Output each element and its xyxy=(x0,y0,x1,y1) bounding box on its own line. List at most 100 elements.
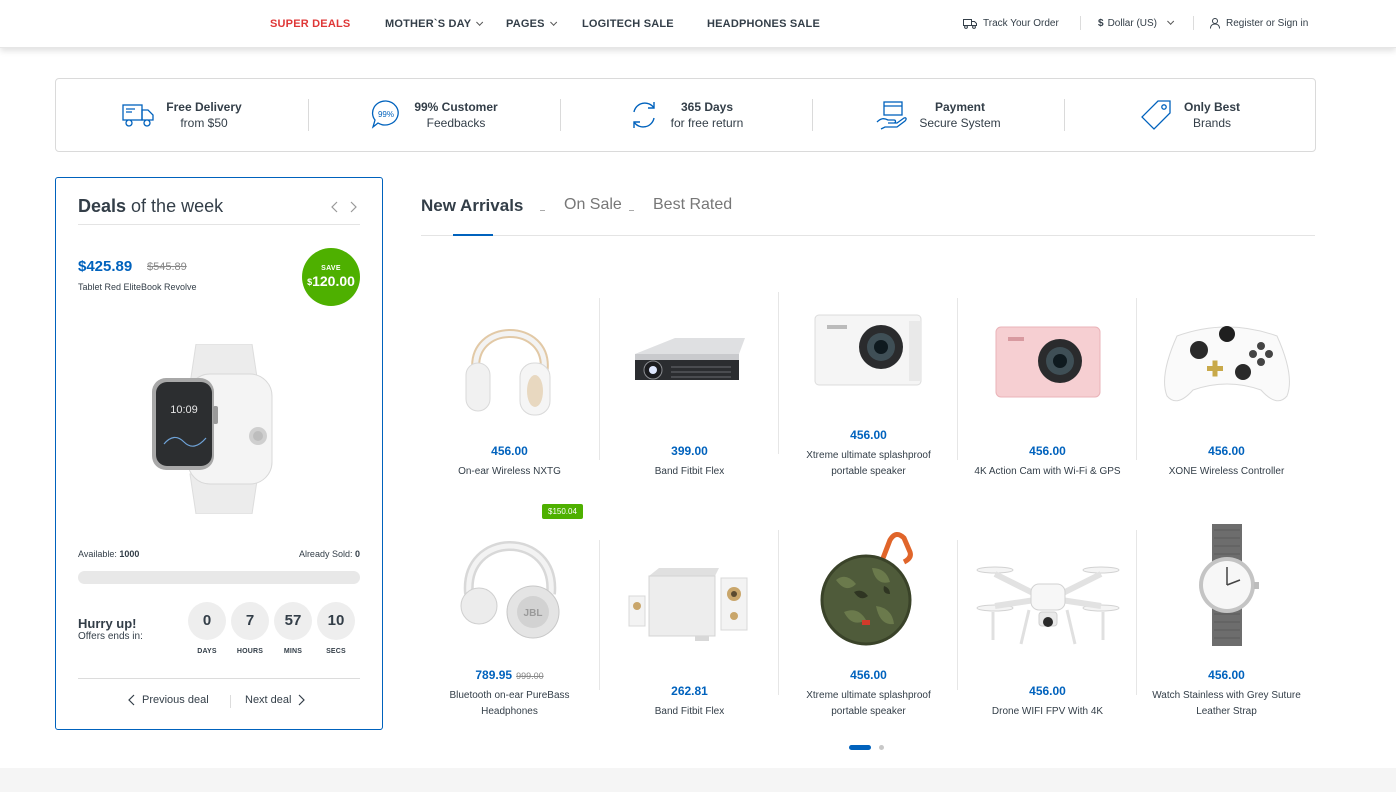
product-name[interactable]: Band Fitbit Flex xyxy=(610,464,769,480)
secure-payment-icon xyxy=(876,101,908,130)
feature-title: 99% Customer xyxy=(414,100,498,114)
carousel-dot-active[interactable] xyxy=(849,745,871,750)
countdown-unit: SECS xyxy=(326,648,346,655)
user-icon xyxy=(1210,18,1220,29)
product-name[interactable]: Xtreme ultimate splashproof portable spe… xyxy=(789,448,948,480)
save-label: SAVE xyxy=(321,265,341,272)
countdown-value: 10 xyxy=(317,602,355,640)
deals-arrows xyxy=(330,200,358,214)
product-image[interactable] xyxy=(600,286,779,436)
available-count: Available: 1000 xyxy=(78,549,139,559)
hurry-up-label: Hurry up! xyxy=(78,616,137,631)
chevron-right-icon[interactable] xyxy=(348,200,358,214)
feature-title: 365 Days xyxy=(680,100,734,114)
features-bar: Free Delivery from $50 99% 99% Customer Fe… xyxy=(55,78,1316,152)
track-order-label: Track Your Order xyxy=(983,18,1059,29)
top-navigation: SUPER DEALS MOTHER`S DAY PAGES LOGITECH … xyxy=(0,0,1396,48)
feature-title: Free Delivery xyxy=(166,100,242,114)
feature-title: Only Best xyxy=(1183,100,1240,114)
countdown-value: 0 xyxy=(188,602,226,640)
product-name[interactable]: On-ear Wireless NXTG xyxy=(430,464,589,480)
nav-logitech-sale[interactable]: LOGITECH SALE xyxy=(582,18,674,30)
feature-subtitle: from $50 xyxy=(180,116,228,130)
product-image[interactable]: JBL xyxy=(420,510,599,660)
deal-product-name[interactable]: Tablet Red EliteBook Revolve xyxy=(78,282,197,292)
product-name[interactable]: 4K Action Cam with Wi-Fi & GPS xyxy=(968,464,1127,480)
product-name[interactable]: XONE Wireless Controller xyxy=(1147,464,1306,480)
feature-free-delivery: Free Delivery from $50 xyxy=(56,79,308,151)
countdown-unit: HOURS xyxy=(236,648,264,655)
product-name[interactable]: Drone WIFI FPV With 4K xyxy=(968,704,1127,720)
nav-divider xyxy=(1193,16,1194,30)
product-name[interactable]: Band Fitbit Flex xyxy=(610,704,769,720)
tab-best-rated[interactable]: Best Rated xyxy=(653,196,732,214)
delivery-truck-icon xyxy=(122,104,154,127)
countdown-unit: MINS xyxy=(283,648,303,655)
feature-subtitle: Brands xyxy=(1192,116,1231,130)
deals-title: Deals of the week xyxy=(78,196,223,217)
currency-selector[interactable]: $ Dollar (US) xyxy=(1098,17,1175,29)
feedback-icon-text: 99% xyxy=(378,110,394,119)
previous-deal-label: Previous deal xyxy=(142,694,209,706)
truck-icon xyxy=(963,18,977,29)
headphones-image xyxy=(465,329,550,416)
nav-pages[interactable]: PAGES xyxy=(506,18,557,30)
deals-title-rest: of the week xyxy=(126,196,224,216)
next-deal-button[interactable]: Next deal xyxy=(245,694,311,706)
product-image[interactable] xyxy=(779,270,958,420)
feedback-bubble-icon: 99% xyxy=(372,100,400,129)
product-price: 399.00 xyxy=(671,444,708,458)
product-name[interactable]: Bluetooth on-ear PureBass Headphones xyxy=(430,688,589,720)
deal-price: $425.89 xyxy=(78,258,133,275)
sold-progress-bar xyxy=(78,571,360,584)
nav-headphones-sale[interactable]: HEADPHONES SALE xyxy=(707,18,820,30)
sold-label: Already Sold: xyxy=(298,549,353,559)
product-name[interactable]: Xtreme ultimate splashproof portable spe… xyxy=(789,688,948,720)
smartwatch-product-image[interactable]: 10:09 xyxy=(146,344,296,514)
tab-on-sale[interactable]: On Sale xyxy=(564,196,622,214)
feature-customer-feedback: 99% 99% Customer Feedbacks xyxy=(308,79,560,151)
sold-value: 0 xyxy=(354,549,360,559)
feature-free-return: 365 Days for free return xyxy=(560,79,812,151)
countdown-mins: 57 MINS xyxy=(274,602,312,655)
tab-separator xyxy=(540,210,545,211)
product-price: 456.00 xyxy=(1208,668,1245,682)
account-label: Register or Sign in xyxy=(1226,18,1309,29)
drone-image xyxy=(976,566,1119,645)
sold-count: Already Sold: 0 xyxy=(299,549,360,559)
product-image[interactable] xyxy=(958,286,1137,436)
product-image[interactable] xyxy=(1137,510,1316,660)
watch-time: 10:09 xyxy=(170,404,198,416)
product-image[interactable] xyxy=(600,526,779,676)
offer-ends-label: Offers ends in: xyxy=(78,631,143,642)
previous-deal-button[interactable]: Previous deal xyxy=(122,694,209,706)
save-amount-wrap: $120.00 xyxy=(302,273,360,289)
product-price: 456.00 xyxy=(850,428,887,442)
product-image[interactable] xyxy=(1137,286,1316,436)
carousel-dot[interactable] xyxy=(879,745,884,750)
nav-mothers-day[interactable]: MOTHER`S DAY xyxy=(385,18,484,30)
nav-super-deals[interactable]: SUPER DEALS xyxy=(270,18,350,30)
nav-pages-label: PAGES xyxy=(506,18,545,30)
deal-old-price: $545.89 xyxy=(147,261,187,273)
track-order-link[interactable]: Track Your Order xyxy=(963,18,1059,29)
projector-image xyxy=(634,338,745,380)
save-amount: 120.00 xyxy=(312,273,355,289)
feature-title: Payment xyxy=(934,100,986,114)
pink-action-camera-image xyxy=(995,326,1100,398)
product-image[interactable] xyxy=(420,286,599,436)
countdown-value: 7 xyxy=(231,602,269,640)
chevron-left-icon[interactable] xyxy=(330,200,340,214)
countdown-value: 57 xyxy=(274,602,312,640)
wristwatch-image xyxy=(1198,524,1259,646)
product-image[interactable] xyxy=(779,510,958,660)
account-link[interactable]: Register or Sign in xyxy=(1210,18,1308,29)
tab-new-arrivals[interactable]: New Arrivals xyxy=(421,196,523,216)
silver-headphones-image: JBL xyxy=(460,541,559,639)
feature-subtitle: Secure System xyxy=(919,116,1001,130)
price-tag-icon xyxy=(1141,100,1171,130)
product-image[interactable] xyxy=(958,526,1137,676)
feature-best-brands: Only Best Brands xyxy=(1064,79,1316,151)
product-name[interactable]: Watch Stainless with Grey Suture Leather… xyxy=(1147,688,1306,720)
countdown-unit: DAYS xyxy=(197,648,217,655)
